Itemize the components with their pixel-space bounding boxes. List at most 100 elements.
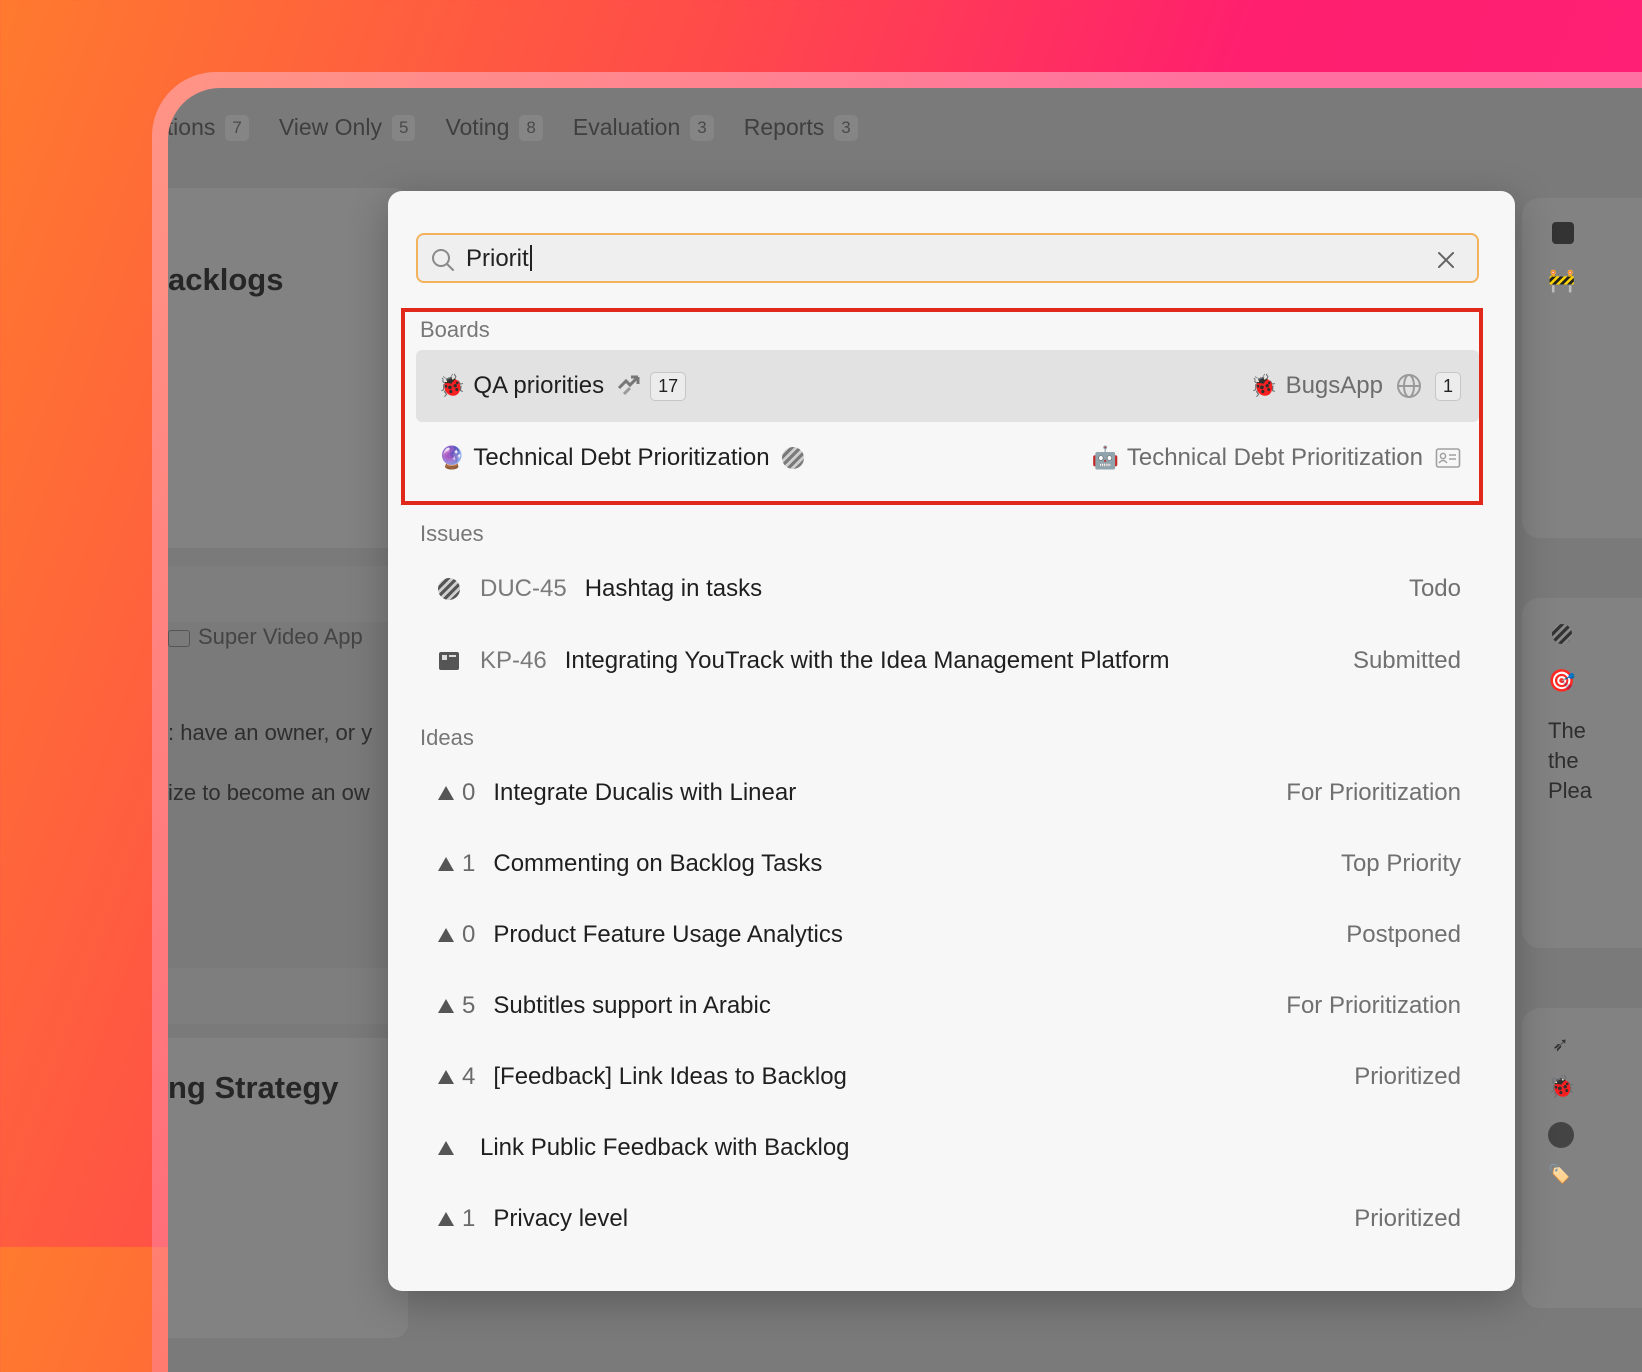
issue-result-row[interactable]: KP-46 Integrating YouTrack with the Idea… bbox=[416, 625, 1479, 697]
idea-result-left: 1 Commenting on Backlog Tasks bbox=[438, 828, 822, 900]
idea-status: For Prioritization bbox=[1286, 779, 1461, 806]
idea-result-right: Prioritized bbox=[1354, 1041, 1461, 1113]
board-description-line: : have an owner, or y bbox=[168, 720, 373, 745]
idea-result-left: 0 Integrate Ducalis with Linear bbox=[438, 757, 796, 829]
search-value: Priorit bbox=[466, 245, 532, 273]
tab-reports[interactable]: Reports 3 bbox=[744, 114, 858, 141]
upvote-icon bbox=[438, 786, 454, 800]
idea-result-left: 0 Product Feature Usage Analytics bbox=[438, 899, 843, 971]
vote-number: 0 bbox=[462, 779, 476, 806]
tab-voting[interactable]: Voting 8 bbox=[445, 114, 543, 141]
board-app-count: 1 bbox=[1434, 371, 1461, 401]
idea-title: Subtitles support in Arabic bbox=[493, 992, 771, 1019]
linear-icon bbox=[781, 447, 804, 469]
tab-count: 7 bbox=[225, 114, 249, 141]
tab-count: 8 bbox=[519, 114, 543, 141]
board-result-row[interactable]: 🐞 QA priorities 17 🐞 BugsApp 1 bbox=[416, 350, 1479, 422]
idea-status: Prioritized bbox=[1354, 1063, 1461, 1090]
board-card bbox=[168, 968, 408, 1024]
issue-id: KP-46 bbox=[480, 647, 547, 674]
vote-count: 1 bbox=[438, 850, 475, 878]
idea-result-row[interactable]: 5 Subtitles support in Arabic For Priorit… bbox=[416, 970, 1479, 1042]
idea-result-row[interactable]: 1 Commenting on Backlog Tasks Top Priorit… bbox=[416, 828, 1479, 900]
board-card[interactable]: 🚧 bbox=[1522, 198, 1642, 538]
tab-evaluation[interactable]: Evaluation 3 bbox=[573, 114, 714, 141]
robot-icon: 🤖 bbox=[1091, 445, 1119, 470]
issue-status: Todo bbox=[1408, 575, 1461, 602]
issue-result-left: DUC-45 Hashtag in tasks bbox=[438, 553, 762, 625]
vote-number: 4 bbox=[462, 1063, 476, 1090]
idea-result-right: Prioritized bbox=[1354, 1183, 1461, 1255]
tab-label: Reports bbox=[743, 114, 825, 140]
vote-count: 0 bbox=[438, 779, 475, 807]
avatar bbox=[1548, 1122, 1574, 1148]
tab-label: ations bbox=[168, 114, 216, 140]
board-card-title: ng Strategy bbox=[168, 1070, 339, 1105]
board-result-title: Technical Debt Prioritization bbox=[473, 444, 770, 471]
upvote-icon bbox=[438, 1070, 454, 1084]
board-card[interactable]: 🎯 The the Plea bbox=[1522, 598, 1642, 948]
search-icon bbox=[432, 249, 454, 271]
idea-status: Postponed bbox=[1346, 921, 1461, 948]
crystal-ball-icon: 🔮 bbox=[438, 445, 466, 470]
board-app-name: Super Video App bbox=[198, 624, 363, 649]
idea-status: Top Priority bbox=[1340, 850, 1461, 877]
idea-result-right: Top Priority bbox=[1341, 828, 1461, 900]
upvote-icon bbox=[438, 928, 454, 942]
issue-result-row[interactable]: DUC-45 Hashtag in tasks Todo bbox=[416, 553, 1479, 625]
idea-title: Product Feature Usage Analytics bbox=[493, 921, 843, 948]
idea-result-row[interactable]: 4 [Feedback] Link Ideas to Backlog Priori… bbox=[416, 1041, 1479, 1113]
idea-result-row[interactable]: Link Public Feedback with Backlog bbox=[416, 1112, 1479, 1184]
idea-title: Integrate Ducalis with Linear bbox=[493, 779, 797, 806]
upvote-icon bbox=[438, 857, 454, 871]
vote-number: 5 bbox=[462, 992, 476, 1019]
linear-icon bbox=[438, 578, 460, 600]
idea-result-row[interactable]: 0 Product Feature Usage Analytics Postpon… bbox=[416, 899, 1479, 971]
idea-title: Privacy level bbox=[493, 1205, 629, 1232]
board-result-left: 🐞 QA priorities 17 bbox=[438, 350, 687, 422]
board-card bbox=[168, 566, 408, 622]
vote-number: 0 bbox=[462, 921, 476, 948]
upvote-icon bbox=[438, 999, 454, 1013]
idea-title: Link Public Feedback with Backlog bbox=[480, 1134, 850, 1161]
close-icon[interactable] bbox=[1433, 247, 1459, 273]
board-card[interactable]: ➶ 🐞 🏷️ bbox=[1522, 1008, 1642, 1308]
vote-count: 5 bbox=[438, 992, 475, 1020]
board-result-row[interactable]: 🔮 Technical Debt Prioritization 🤖 Techni… bbox=[416, 422, 1479, 494]
tab-count: 3 bbox=[690, 114, 714, 141]
vote-count: 1 bbox=[438, 1205, 475, 1233]
board-result-right: 🤖 Technical Debt Prioritization bbox=[1091, 422, 1461, 494]
vote-count bbox=[438, 1141, 462, 1155]
idea-result-row[interactable]: 0 Integrate Ducalis with Linear For Prior… bbox=[416, 757, 1479, 829]
tab-ations[interactable]: ations 7 bbox=[168, 114, 249, 141]
globe-icon bbox=[1396, 374, 1421, 398]
board-description-line: Plea bbox=[1548, 778, 1593, 803]
idea-status: Prioritized bbox=[1354, 1205, 1461, 1232]
board-card[interactable] bbox=[168, 188, 408, 548]
section-label-ideas: Ideas bbox=[420, 725, 474, 750]
board-description-line: the bbox=[1548, 748, 1579, 773]
board-type-icon bbox=[1552, 222, 1574, 244]
issue-result-right: Todo bbox=[1409, 553, 1461, 625]
view-tabs: ations 7 View Only 5 Voting 8 Evaluation 3 R… bbox=[168, 114, 888, 141]
tab-label: View Only bbox=[278, 114, 382, 140]
search-input[interactable]: Priorit bbox=[416, 233, 1479, 283]
idea-result-row[interactable]: 1 Privacy level Prioritized bbox=[416, 1183, 1479, 1255]
idea-result-right: For Prioritization bbox=[1286, 970, 1461, 1042]
board-task-count: 17 bbox=[650, 371, 687, 401]
board-result-right: 🐞 BugsApp 1 bbox=[1250, 350, 1461, 422]
tag-icon: 🏷️ bbox=[1548, 1164, 1571, 1184]
board-result-left: 🔮 Technical Debt Prioritization bbox=[438, 422, 804, 494]
vote-number: 1 bbox=[462, 850, 476, 877]
board-app-label: Super Video App bbox=[168, 624, 363, 650]
upvote-icon bbox=[438, 1212, 454, 1226]
jira-icon bbox=[618, 375, 640, 396]
issue-title: Hashtag in tasks bbox=[584, 575, 763, 602]
idea-title: Commenting on Backlog Tasks bbox=[493, 850, 823, 877]
tab-view-only[interactable]: View Only 5 bbox=[279, 114, 416, 141]
board-description-line: ize to become an ow bbox=[168, 780, 370, 805]
vote-number: 1 bbox=[462, 1205, 476, 1232]
vote-count: 0 bbox=[438, 921, 475, 949]
idea-result-left: 5 Subtitles support in Arabic bbox=[438, 970, 771, 1042]
issue-result-right: Submitted bbox=[1353, 625, 1461, 697]
